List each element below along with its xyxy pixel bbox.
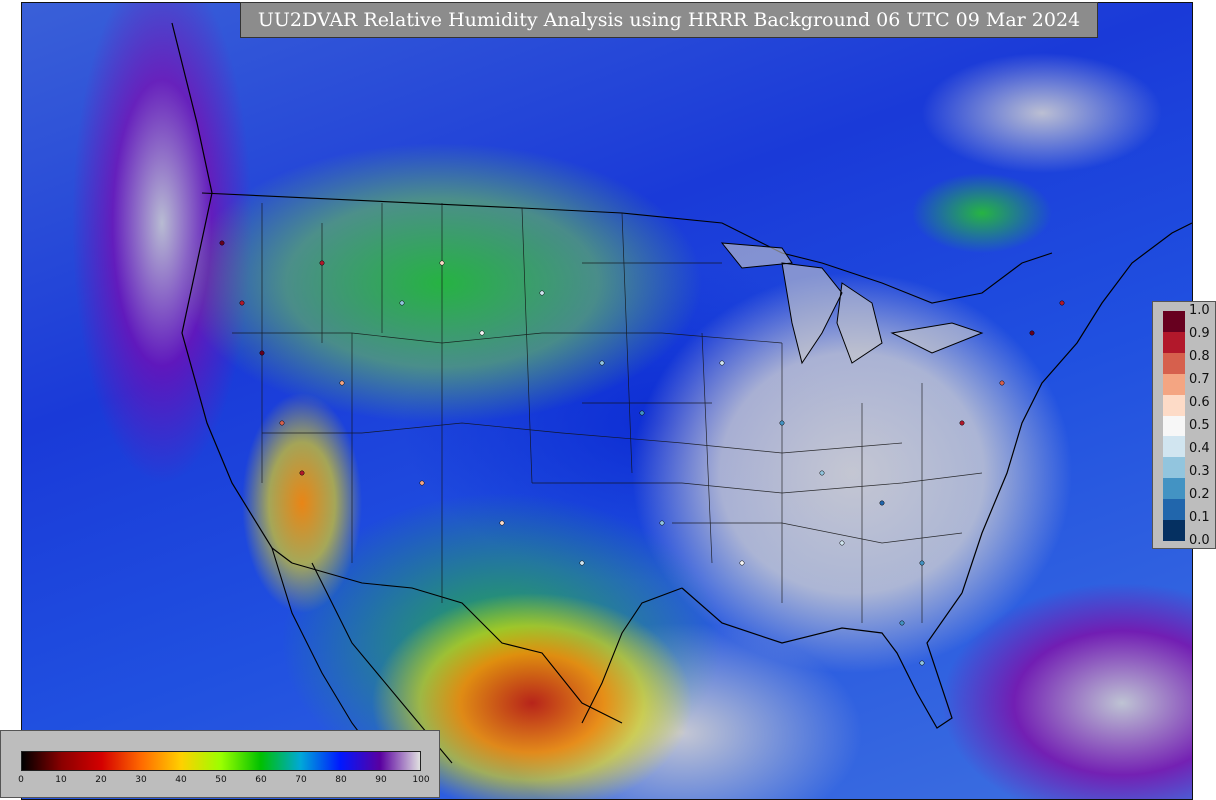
rh-colorbar-tick-label: 60 [255, 775, 267, 785]
map-title: UU2DVAR Relative Humidity Analysis using… [240, 2, 1098, 38]
observation-colorbar-label: 0.4 [1189, 441, 1210, 456]
observation-colorbar-label: 0.5 [1189, 418, 1210, 433]
observation-colorbar-label: 0.6 [1189, 395, 1210, 410]
rh-colorbar-tick-label: 100 [412, 775, 430, 785]
observation-colorbar-label: 0.7 [1189, 372, 1210, 387]
rh-colorbar-tick-label: 0 [18, 775, 24, 785]
observation-colorbar-swatch [1163, 331, 1185, 354]
observation-colorbar-label: 0.9 [1189, 326, 1210, 341]
state-boundaries [232, 203, 983, 623]
rh-colorbar-tick-label: 30 [135, 775, 147, 785]
observation-colorbar-swatch [1163, 373, 1185, 396]
observation-colorbar-swatch [1163, 520, 1185, 542]
gulf-coast-line [681, 587, 963, 729]
rh-colorbar: 0 10 20 30 40 50 60 70 80 90 100 [0, 730, 440, 798]
observation-colorbar-swatch [1163, 436, 1185, 458]
us-west-coast-line [171, 22, 293, 564]
observation-colorbar-label: 1.0 [1189, 303, 1210, 318]
great-lakes-outline [720, 242, 984, 365]
observation-colorbar-label: 0.1 [1189, 510, 1210, 525]
rh-colorbar-tick-label: 20 [95, 775, 107, 785]
rh-colorbar-tick-label: 90 [375, 775, 387, 785]
rh-colorbar-tick-label: 70 [295, 775, 307, 785]
rh-analysis-map [21, 2, 1193, 800]
observation-colorbar-swatch [1163, 352, 1185, 375]
observation-colorbar-swatch [1163, 457, 1185, 479]
rh-colorbar-tick-label: 50 [215, 775, 227, 785]
observation-station-dots [219, 240, 1065, 666]
observation-colorbar-swatch [1163, 311, 1185, 333]
observation-colorbar-swatch [1163, 394, 1185, 417]
rh-colorbar-tick-label: 80 [335, 775, 347, 785]
observation-colorbar-label: 0.3 [1189, 464, 1210, 479]
observation-colorbar-swatch [1163, 478, 1185, 500]
us-mexico-border-line [291, 562, 623, 724]
observation-colorbar-label: 0.8 [1189, 349, 1210, 364]
observation-colorbar: 1.0 0.9 0.8 0.7 0.6 0.5 0.4 0.3 0.2 0.1 0.0 [1152, 301, 1216, 549]
rh-colorbar-tick-label: 40 [175, 775, 187, 785]
rh-colorbar-gradient [21, 751, 421, 771]
us-canada-border-line [201, 192, 1053, 304]
observation-colorbar-swatch [1163, 499, 1185, 521]
rh-colorbar-tick-label: 10 [55, 775, 67, 785]
observation-colorbar-swatch [1163, 415, 1185, 437]
map-boundaries-layer [171, 22, 1192, 764]
observation-colorbar-label: 0.0 [1189, 533, 1210, 548]
observation-colorbar-label: 0.2 [1189, 487, 1210, 502]
